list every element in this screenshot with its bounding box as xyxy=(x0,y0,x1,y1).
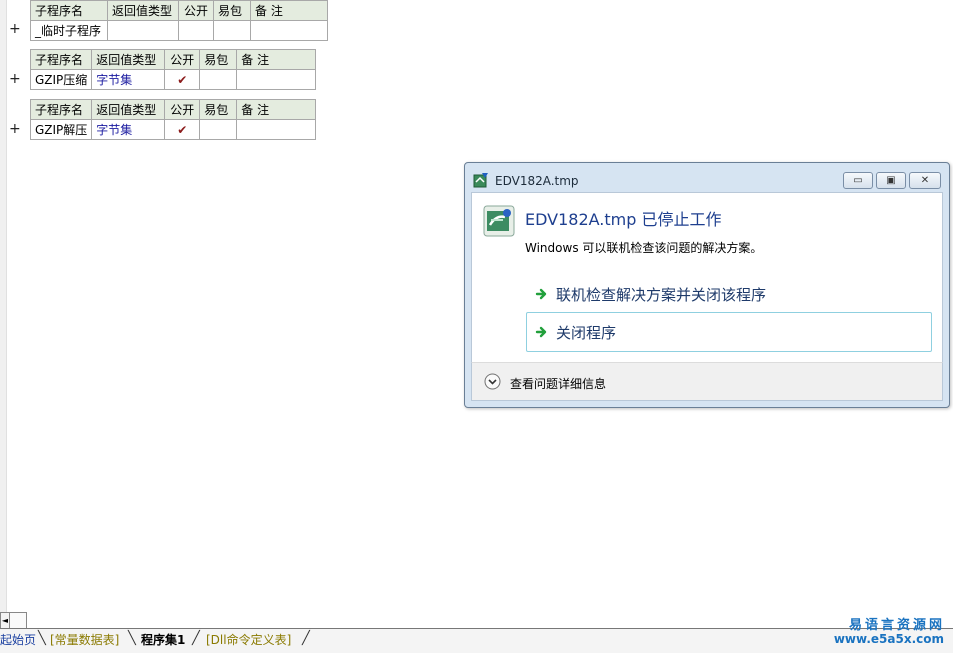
header-easy: 易包 xyxy=(199,99,238,120)
watermark-title: 易语言资源网 xyxy=(848,618,945,633)
table-row[interactable]: GZIP压缩 字节集 ✔ xyxy=(29,69,317,90)
main-message: EDV182A.tmp 已停止工作 xyxy=(525,210,722,229)
window-controls: ▭ ▣ ✕ xyxy=(843,172,941,189)
sub-table: 子程序名 返回值类型 公开 易包 备 注 GZIP压缩 字节集 ✔ xyxy=(29,49,317,90)
header-note: 备 注 xyxy=(250,0,328,21)
sub-ret-cell[interactable]: 字节集 xyxy=(91,119,166,140)
dialog-title: EDV182A.tmp xyxy=(495,174,579,188)
sub-easy-cell[interactable] xyxy=(213,20,251,41)
tab-separator: ╲ xyxy=(128,631,136,646)
expand-toggle[interactable]: + xyxy=(9,71,21,87)
tab-separator: ╱ xyxy=(192,631,200,646)
check-online-button[interactable]: 联机检查解决方案并关闭该程序 xyxy=(526,274,932,314)
header-pub: 公开 xyxy=(178,0,214,21)
sub-name-cell[interactable]: GZIP压缩 xyxy=(29,69,93,90)
tab-program-set[interactable]: 程序集1 xyxy=(141,631,185,648)
check-online-label: 联机检查解决方案并关闭该程序 xyxy=(556,285,767,304)
header-name: 子程序名 xyxy=(29,49,93,70)
table-row[interactable]: _临时子程序 xyxy=(30,20,328,41)
sub-ret-cell[interactable]: 字节集 xyxy=(91,69,166,90)
arrow-left-icon: ◄ xyxy=(1,616,9,625)
tab-dll-commands[interactable]: [Dll命令定义表] xyxy=(206,631,291,648)
table-header-row: 子程序名 返回值类型 公开 易包 备 注 xyxy=(30,0,328,21)
sub-ret-cell[interactable] xyxy=(107,20,179,41)
green-arrow-icon xyxy=(535,288,547,300)
sub-note-cell[interactable] xyxy=(250,20,328,41)
tab-start-page[interactable]: 起始页 xyxy=(0,631,36,648)
close-program-label: 关闭程序 xyxy=(556,323,617,342)
sub-easy-cell[interactable] xyxy=(199,69,238,90)
sub-pub-cell[interactable]: ✔ xyxy=(164,119,201,140)
tab-separator: ╱ xyxy=(302,631,310,646)
table-row[interactable]: GZIP解压 字节集 ✔ xyxy=(29,119,317,140)
header-name: 子程序名 xyxy=(30,0,108,21)
header-ret: 返回值类型 xyxy=(107,0,179,21)
minimize-icon: ▭ xyxy=(853,174,863,186)
sub-note-cell[interactable] xyxy=(236,119,317,140)
dialog-titlebar[interactable]: EDV182A.tmp ▭ ▣ ✕ xyxy=(465,163,949,191)
sub-block-3: 子程序名 返回值类型 公开 易包 备 注 GZIP解压 字节集 ✔ xyxy=(29,99,317,140)
editor-gutter xyxy=(0,0,7,612)
maximize-icon: ▣ xyxy=(886,174,896,186)
watermark-url: www.e5a5x.com xyxy=(833,632,944,646)
dialog-footer: 查看问题详细信息 xyxy=(471,362,943,401)
table-header-row: 子程序名 返回值类型 公开 易包 备 注 xyxy=(29,49,317,70)
header-pub: 公开 xyxy=(164,49,201,70)
green-arrow-icon xyxy=(535,326,547,338)
sub-name-cell[interactable]: GZIP解压 xyxy=(29,119,93,140)
header-name: 子程序名 xyxy=(29,99,93,120)
chevron-down-icon[interactable] xyxy=(484,373,501,390)
close-program-button[interactable]: 关闭程序 xyxy=(526,312,932,352)
header-easy: 易包 xyxy=(213,0,251,21)
view-details-link[interactable]: 查看问题详细信息 xyxy=(510,375,606,392)
table-header-row: 子程序名 返回值类型 公开 易包 备 注 xyxy=(29,99,317,120)
header-ret: 返回值类型 xyxy=(91,99,166,120)
dialog-content: EDV182A.tmp 已停止工作 Windows 可以联机检查该问题的解决方案… xyxy=(471,192,943,363)
header-pub: 公开 xyxy=(164,99,201,120)
horizontal-scrollbar[interactable]: ◄ xyxy=(0,612,953,629)
sub-pub-cell[interactable]: ✔ xyxy=(164,69,201,90)
header-note: 备 注 xyxy=(236,49,317,70)
close-button[interactable]: ✕ xyxy=(909,172,941,189)
header-ret: 返回值类型 xyxy=(91,49,166,70)
sub-block-1: 子程序名 返回值类型 公开 易包 备 注 _临时子程序 xyxy=(30,0,328,41)
sub-table: 子程序名 返回值类型 公开 易包 备 注 _临时子程序 xyxy=(30,0,328,41)
app-error-icon xyxy=(473,173,488,188)
header-easy: 易包 xyxy=(199,49,238,70)
scroll-thumb[interactable] xyxy=(9,612,27,629)
expand-toggle[interactable]: + xyxy=(9,21,21,37)
editor-tab-bar: 起始页 ╲ [常量数据表] ╲ 程序集1 ╱ [Dll命令定义表] ╱ xyxy=(0,628,953,653)
maximize-button[interactable]: ▣ xyxy=(876,172,906,189)
sub-message: Windows 可以联机检查该问题的解决方案。 xyxy=(525,241,763,255)
sub-easy-cell[interactable] xyxy=(199,119,238,140)
sub-table: 子程序名 返回值类型 公开 易包 备 注 GZIP解压 字节集 ✔ xyxy=(29,99,317,140)
close-icon: ✕ xyxy=(920,174,930,186)
header-note: 备 注 xyxy=(236,99,317,120)
tab-separator: ╲ xyxy=(38,631,46,646)
app-error-icon xyxy=(483,205,515,237)
sub-pub-cell[interactable] xyxy=(178,20,214,41)
sub-note-cell[interactable] xyxy=(236,69,317,90)
sub-name-cell[interactable]: _临时子程序 xyxy=(30,20,108,41)
sub-block-2: 子程序名 返回值类型 公开 易包 备 注 GZIP压缩 字节集 ✔ xyxy=(29,49,317,90)
minimize-button[interactable]: ▭ xyxy=(843,172,873,189)
expand-toggle[interactable]: + xyxy=(9,121,21,137)
tab-constants[interactable]: [常量数据表] xyxy=(50,631,119,648)
error-dialog: EDV182A.tmp ▭ ▣ ✕ EDV182A.tmp 已停止工作 Wind… xyxy=(464,162,950,408)
